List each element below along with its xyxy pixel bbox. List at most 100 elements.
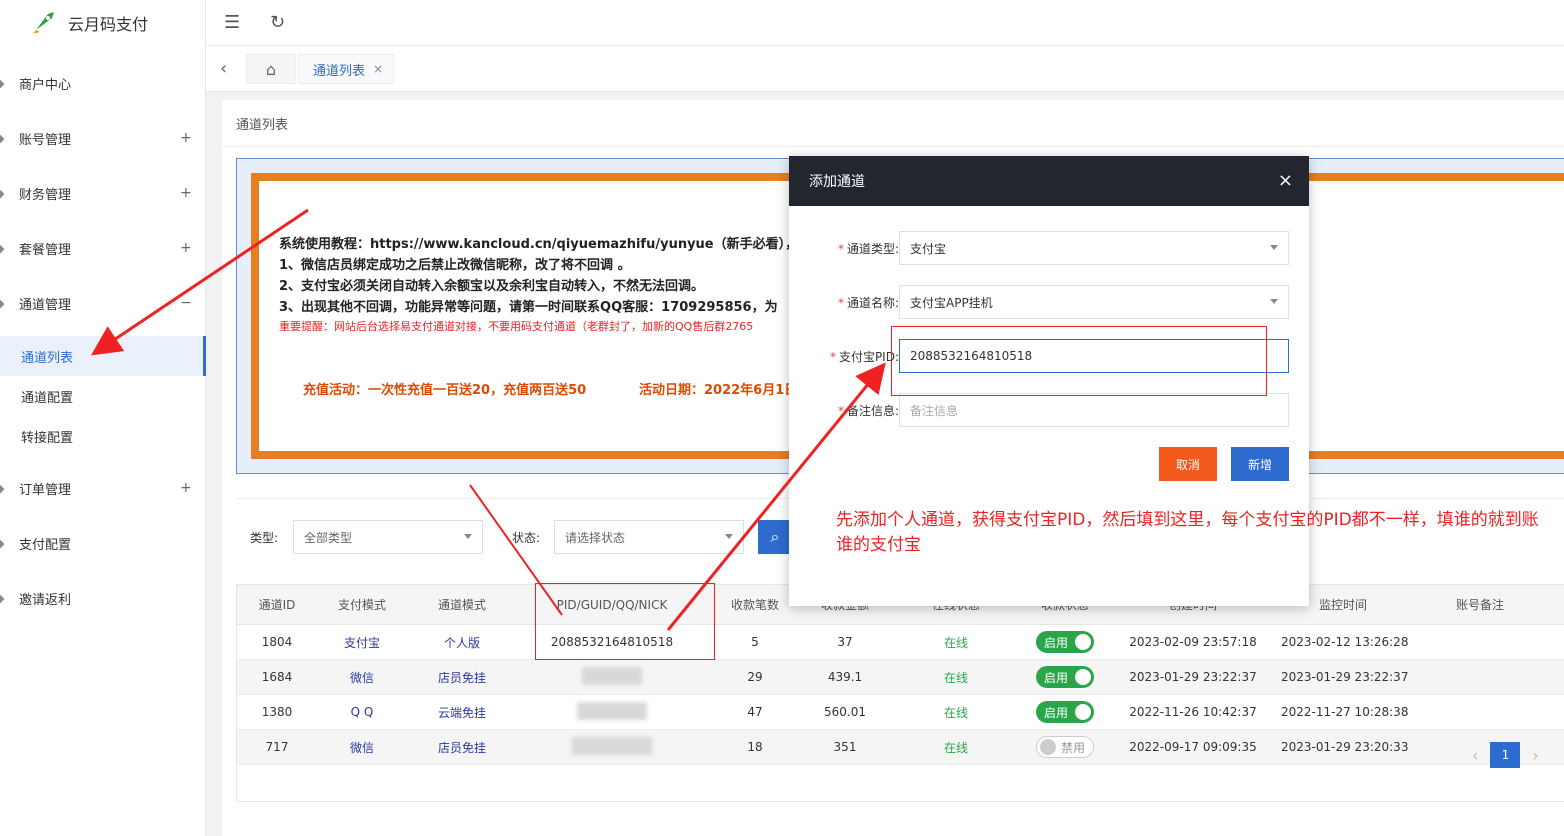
cell-amount: 439.1 [827, 670, 863, 684]
notice-line: 3、出现其他不回调，功能异常等问题，请第一时间联系QQ客服：1709295856… [279, 300, 778, 315]
channel-name-select[interactable]: 支付宝APP挂机 [899, 285, 1289, 319]
cell-count: 5 [751, 635, 759, 649]
sub-channel-config[interactable]: 通道配置 [0, 376, 206, 416]
cell-mode[interactable]: 店员免挂 [407, 739, 517, 756]
remark-input[interactable]: 备注信息 [899, 393, 1289, 427]
select-value: 支付宝 [910, 241, 947, 256]
nav-account-management[interactable]: ◆ 账号管理 + [0, 118, 206, 158]
search-button[interactable]: ⌕ [758, 520, 792, 554]
close-icon[interactable]: × [1278, 170, 1293, 191]
payment-icon: ◆ [0, 536, 5, 550]
nav-package-management[interactable]: ◆ 套餐管理 + [0, 228, 206, 268]
cell-toggle: 启用 [1025, 666, 1105, 688]
status-toggle[interactable]: 禁用 [1036, 736, 1094, 758]
nav-payment-config[interactable]: ◆ 支付配置 [0, 523, 206, 563]
cell-monitor: 2023-02-12 13:26:28 [1281, 635, 1409, 649]
expand-icon: + [180, 240, 192, 256]
type-select-value: 全部类型 [304, 530, 353, 545]
status-toggle[interactable]: 启用 [1036, 666, 1094, 688]
notice-line: 2、支付宝必须关闭自动转入余额宝以及余利宝自动转入，不然无法回调。 [279, 279, 705, 294]
sub-label: 通道列表 [21, 350, 74, 366]
next-page-icon[interactable]: › [1532, 746, 1538, 765]
expand-icon: + [180, 480, 192, 496]
field-label: * 通道名称: [838, 294, 899, 311]
col-header: 支付模式 [337, 598, 386, 612]
channel-type-select[interactable]: 支付宝 [899, 231, 1289, 265]
nav-label: 支付配置 [19, 537, 72, 553]
cancel-button[interactable]: 取消 [1159, 447, 1217, 481]
field-label: * 备注信息: [838, 402, 899, 419]
cell-amount: 560.01 [824, 705, 866, 719]
table-row: 1804 支付宝 个人版 2088532164810518 5 37 在线 启用… [237, 625, 1564, 660]
expand-icon: + [180, 130, 192, 146]
cell-monitor: 2023-01-29 23:20:33 [1281, 740, 1409, 754]
cell-monitor: 2022-11-27 10:28:38 [1281, 705, 1409, 719]
prev-page-icon[interactable]: ‹ [1472, 746, 1478, 765]
order-icon: ◆ [0, 481, 5, 495]
sub-transfer-config[interactable]: 转接配置 [0, 416, 206, 456]
nav-order-management[interactable]: ◆ 订单管理 + [0, 468, 206, 508]
annotation-text: 先添加个人通道，获得支付宝PID，然后填到这里，每个支付宝的PID都不一样，填谁… [836, 510, 1539, 555]
sub-channel-list[interactable]: 通道列表 [0, 336, 206, 376]
status-select[interactable]: 请选择状态 [554, 520, 744, 554]
nav-channel-management[interactable]: ◆ 通道管理 − [0, 283, 206, 323]
field-label: * 通道类型: [838, 240, 899, 257]
cell-pid-redacted [517, 666, 707, 688]
required-star: * [829, 350, 836, 364]
promo-date: 活动日期：2022年6月1日 [639, 383, 798, 398]
input-placeholder: 备注信息 [910, 403, 959, 418]
home-icon: ◆ [0, 76, 5, 90]
nav-label: 通道管理 [19, 297, 72, 313]
tab-label: 通道列表 [313, 63, 366, 79]
cell-pay[interactable]: 微信 [317, 669, 407, 686]
cell-online: 在线 [943, 740, 968, 755]
close-icon[interactable]: × [373, 62, 383, 76]
brand-logo[interactable]: 云月码支付 [28, 6, 148, 40]
cell-id: 1804 [261, 635, 293, 649]
cell-pay[interactable]: 支付宝 [317, 634, 407, 651]
nav-referral[interactable]: ◆ 邀请返利 [0, 578, 206, 618]
table-row: 1684 微信 店员免挂 29 439.1 在线 启用 2023-01-29 2… [237, 660, 1564, 695]
cell-toggle: 启用 [1025, 701, 1105, 723]
tab-channel-list[interactable]: 通道列表 × [298, 54, 395, 84]
page-button[interactable]: 1 [1490, 742, 1521, 768]
refresh-icon[interactable]: ↻ [270, 12, 285, 33]
cell-id: 717 [265, 740, 289, 754]
required-star: * [837, 242, 844, 256]
channel-table: 通道ID 支付模式 通道模式 PID/GUID/QQ/NICK 收款笔数 收款金… [236, 584, 1564, 802]
package-icon: ◆ [0, 241, 5, 255]
cell-pay[interactable]: 微信 [317, 739, 407, 756]
col-header: 通道ID [258, 598, 296, 612]
chevron-down-icon [725, 534, 733, 539]
highlight-box [535, 583, 715, 660]
type-select[interactable]: 全部类型 [293, 520, 483, 554]
cell-count: 18 [747, 740, 763, 754]
toggle-label: 启用 [1044, 635, 1069, 650]
menu-toggle-icon[interactable]: ☰ [224, 12, 240, 33]
cell-count: 47 [747, 705, 763, 719]
cell-amount: 351 [833, 740, 857, 754]
home-icon: ⌂ [265, 59, 277, 79]
nav-merchant-center[interactable]: ◆ 商户中心 [0, 63, 206, 103]
cell-monitor: 2023-01-29 23:22:37 [1281, 670, 1409, 684]
cell-amount: 37 [837, 635, 853, 649]
collapse-icon: − [180, 295, 192, 311]
tab-home[interactable]: ⌂ [246, 54, 296, 84]
status-toggle[interactable]: 启用 [1036, 701, 1094, 723]
cell-mode[interactable]: 店员免挂 [407, 669, 517, 686]
nav-label: 套餐管理 [19, 242, 72, 258]
nav-finance-management[interactable]: ◆ 财务管理 + [0, 173, 206, 213]
finance-icon: ◆ [0, 186, 5, 200]
cell-id: 1380 [261, 705, 293, 719]
tab-prev-icon[interactable]: ‹ [220, 58, 227, 79]
cell-mode[interactable]: 云端免挂 [407, 704, 517, 721]
redacted-block [577, 701, 647, 720]
cell-toggle: 禁用 [1025, 736, 1105, 758]
status-toggle[interactable]: 启用 [1036, 631, 1094, 653]
notice-line: 系统使用教程：https://www.kancloud.cn/qiyuemazh… [279, 237, 799, 252]
cell-pay[interactable]: Q Q [317, 705, 407, 719]
highlight-box [891, 326, 1267, 396]
add-button[interactable]: 新增 [1231, 447, 1289, 481]
cell-mode[interactable]: 个人版 [407, 634, 517, 651]
gift-icon: ◆ [0, 591, 5, 605]
